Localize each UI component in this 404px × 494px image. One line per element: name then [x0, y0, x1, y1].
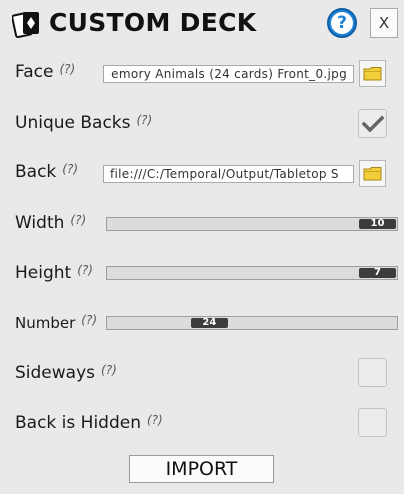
number-label: Number (?) — [15, 313, 97, 332]
face-label: Face (?) — [15, 62, 75, 82]
sideways-label: Sideways (?) — [15, 363, 117, 383]
face-url-input[interactable]: emory Animals (24 cards) Front_0.jpg — [103, 65, 354, 83]
back-is-hidden-hint-icon[interactable]: (?) — [147, 413, 163, 427]
back-is-hidden-label: Back is Hidden (?) — [15, 413, 163, 433]
back-url-input[interactable]: file:///C:/Temporal/Output/Tabletop S — [103, 165, 354, 183]
face-label-text: Face — [15, 62, 54, 82]
height-hint-icon[interactable]: (?) — [77, 263, 93, 277]
unique-backs-hint-icon[interactable]: (?) — [137, 113, 153, 127]
checkmark-icon — [361, 115, 384, 132]
height-slider[interactable]: 7 — [106, 266, 398, 280]
face-hint-icon[interactable]: (?) — [59, 62, 75, 76]
import-button[interactable]: IMPORT — [129, 455, 274, 483]
card-deck-icon — [11, 9, 42, 39]
back-is-hidden-label-text: Back is Hidden — [15, 413, 141, 433]
back-browse-button[interactable] — [359, 160, 386, 187]
unique-backs-label-text: Unique Backs — [15, 113, 131, 133]
dialog-title: CUSTOM DECK — [49, 8, 257, 37]
back-hint-icon[interactable]: (?) — [62, 162, 78, 176]
close-button[interactable]: X — [370, 8, 398, 38]
sideways-checkbox[interactable] — [358, 358, 387, 387]
unique-backs-checkbox[interactable] — [358, 109, 387, 138]
title-bar: CUSTOM DECK ? X — [0, 0, 404, 46]
help-icon: ? — [331, 12, 353, 34]
unique-backs-label: Unique Backs (?) — [15, 113, 152, 133]
sideways-hint-icon[interactable]: (?) — [101, 363, 117, 377]
number-label-text: Number — [15, 314, 76, 332]
height-label-text: Height — [15, 263, 72, 283]
width-label: Width (?) — [15, 213, 86, 233]
help-button[interactable]: ? — [327, 8, 357, 38]
custom-deck-dialog: CUSTOM DECK ? X Face (?) emory Animals (2… — [0, 0, 404, 494]
width-slider[interactable]: 10 — [106, 217, 398, 231]
height-slider-thumb[interactable]: 7 — [359, 268, 396, 278]
face-browse-button[interactable] — [359, 60, 386, 87]
number-slider[interactable]: 24 — [106, 316, 398, 330]
sideways-label-text: Sideways — [15, 363, 96, 383]
number-slider-thumb[interactable]: 24 — [190, 318, 228, 328]
back-is-hidden-checkbox[interactable] — [358, 408, 387, 437]
width-slider-thumb[interactable]: 10 — [359, 219, 396, 229]
width-label-text: Width — [15, 213, 65, 233]
back-label-text: Back — [15, 162, 57, 182]
width-hint-icon[interactable]: (?) — [70, 213, 86, 227]
number-hint-icon[interactable]: (?) — [81, 313, 97, 327]
back-label: Back (?) — [15, 162, 78, 182]
height-label: Height (?) — [15, 263, 93, 283]
folder-icon — [363, 67, 382, 81]
folder-icon — [363, 167, 382, 181]
